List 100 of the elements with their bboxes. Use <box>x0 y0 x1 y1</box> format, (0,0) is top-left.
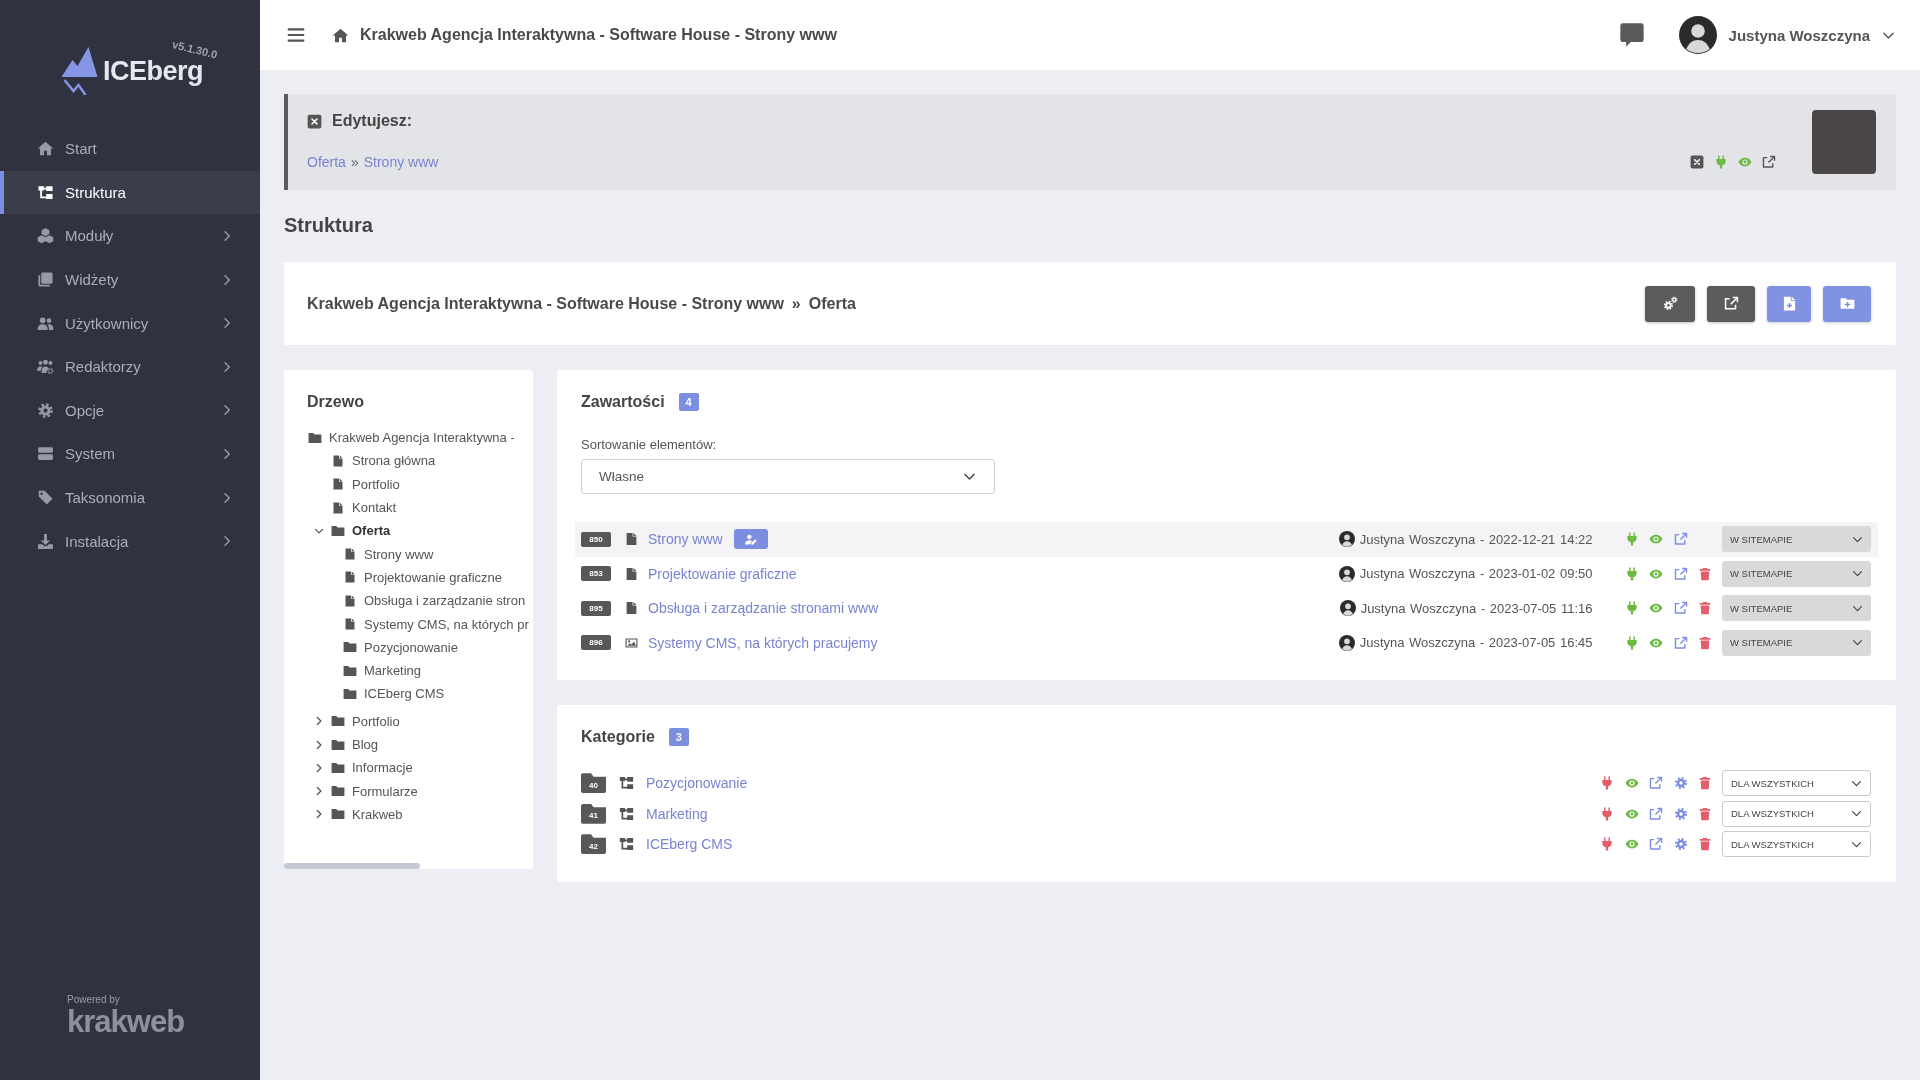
settings-button[interactable] <box>1645 285 1695 322</box>
tree-item[interactable]: Formularze <box>307 779 533 803</box>
access-select[interactable]: DLA WSZYSTKICH <box>1722 770 1871 797</box>
chevron-right-icon[interactable] <box>221 317 233 330</box>
visibility-select[interactable]: W SITEMAPIE <box>1722 560 1871 587</box>
tree-item[interactable]: Krakweb Agencja Interaktywna - <box>307 426 533 450</box>
tree-item[interactable]: Kontakt <box>307 495 533 520</box>
nav-item[interactable]: Taksonomia <box>0 475 260 520</box>
chevron-right-icon[interactable] <box>221 447 233 460</box>
tree-title: Drzewo <box>307 392 365 412</box>
chevron-right-icon[interactable] <box>221 491 233 504</box>
page-link[interactable]: Obsługa i zarządzanie stronami www <box>648 600 879 617</box>
caret-icon[interactable] <box>314 786 324 797</box>
visibility-select[interactable]: W SITEMAPIE <box>1722 629 1871 656</box>
nav-item[interactable]: Instalacja <box>0 519 260 563</box>
nav-item[interactable]: Redaktorzy <box>0 344 260 389</box>
content-row[interactable]: 853 Projektowanie graficzne Justyna Woszczyna - 2023-01-02 09:50 W SITEMAPIE <box>575 556 1878 591</box>
nav-item[interactable]: Użytkownicy <box>0 301 260 345</box>
external-link-icon[interactable] <box>1762 155 1776 169</box>
add-folder-button[interactable] <box>1823 285 1871 322</box>
category-link[interactable]: ICEberg CMS <box>646 836 733 853</box>
avatar-icon <box>1338 565 1355 582</box>
content-row[interactable]: 895 Obsługa i zarządzanie stronami www Justyna Woszczyna - 2023-07-05 11:16 W SITEMAPIE <box>575 591 1878 626</box>
sort-select[interactable]: Własne <box>581 459 995 494</box>
nav-item[interactable]: Struktura <box>0 170 260 215</box>
tree-item[interactable]: Strony www <box>307 542 533 566</box>
category-link[interactable]: Pozycjonowanie <box>646 775 748 792</box>
tree-item[interactable]: Krakweb <box>307 802 533 827</box>
plug-icon[interactable] <box>1624 532 1639 547</box>
settings-icon[interactable] <box>1673 806 1688 821</box>
eye-icon[interactable] <box>1738 155 1752 169</box>
nav-item[interactable]: System <box>0 432 260 476</box>
close-icon[interactable] <box>307 113 322 129</box>
category-link[interactable]: Marketing <box>646 805 708 822</box>
trash-icon[interactable] <box>1698 601 1712 616</box>
page-link[interactable]: Projektowanie graficzne <box>648 565 797 582</box>
plug-icon[interactable] <box>1624 601 1639 616</box>
editor-button[interactable] <box>733 529 768 550</box>
tree-item[interactable]: Strona główna <box>307 449 533 473</box>
chevron-right-icon[interactable] <box>221 273 233 286</box>
caret-icon[interactable] <box>314 762 324 773</box>
plug-icon[interactable] <box>1714 155 1728 169</box>
tree-item[interactable]: Pozycjonowanie <box>307 635 533 659</box>
settings-icon[interactable] <box>1673 776 1688 791</box>
open-link-button[interactable] <box>1707 285 1755 322</box>
scrollbar-thumb[interactable] <box>284 863 420 870</box>
plug-icon[interactable] <box>1600 776 1614 791</box>
nav-item[interactable]: Start <box>0 127 260 171</box>
document-icon <box>331 477 344 492</box>
plug-icon[interactable] <box>1600 837 1614 852</box>
external-link-icon[interactable] <box>1673 566 1688 581</box>
menu-button[interactable] <box>285 25 307 45</box>
nav-item[interactable]: Widżety <box>0 257 260 302</box>
tree-item[interactable]: Marketing <box>307 658 533 683</box>
home-icon[interactable] <box>332 26 349 44</box>
caret-icon[interactable] <box>314 809 324 820</box>
close-icon[interactable] <box>1690 155 1704 169</box>
chevron-right-icon[interactable] <box>221 360 233 373</box>
access-select[interactable]: DLA WSZYSTKICH <box>1722 800 1871 827</box>
path-title: Oferta <box>808 294 856 313</box>
external-link-icon[interactable] <box>1649 776 1663 791</box>
tree-item[interactable]: Portfolio <box>307 709 533 733</box>
visibility-select[interactable]: W SITEMAPIE <box>1722 595 1871 622</box>
content-row[interactable]: 850 Strony www Justyna Woszczyna - 2022-12-21 14:22 W SITEMAPIE <box>575 522 1878 557</box>
tree-item[interactable]: Oferta <box>307 519 533 543</box>
folder-icon <box>342 640 357 655</box>
trash-icon[interactable] <box>1698 635 1712 650</box>
trash-icon[interactable] <box>1698 776 1712 791</box>
nav-item[interactable]: Opcje <box>0 388 260 433</box>
user-name[interactable]: Justyna Woszczyna <box>1728 26 1870 44</box>
chevron-right-icon[interactable] <box>221 404 233 417</box>
external-link-icon[interactable] <box>1649 837 1663 852</box>
tree-item[interactable]: Projektowanie graficzne <box>307 565 533 590</box>
nav-item[interactable]: Moduły <box>0 214 260 258</box>
tree-item[interactable]: Blog <box>307 732 533 757</box>
caret-icon[interactable] <box>314 716 324 727</box>
trash-icon[interactable] <box>1698 806 1712 821</box>
chevron-right-icon[interactable] <box>221 230 233 242</box>
visibility-select[interactable]: W SITEMAPIE <box>1722 526 1871 553</box>
page-link[interactable]: Systemy CMS, na których pracujemy <box>648 634 878 651</box>
content-row[interactable]: 896 Systemy CMS, na których pracujemy Justyna Woszczyna - 2023-07-05 16:45 W SITEMAPIE <box>575 625 1878 660</box>
plug-icon[interactable] <box>1624 635 1639 650</box>
settings-icon[interactable] <box>1673 837 1688 852</box>
external-link-icon[interactable] <box>1673 635 1688 650</box>
caret-icon[interactable] <box>314 739 324 750</box>
plug-icon[interactable] <box>1624 566 1639 581</box>
tree-item[interactable]: Systemy CMS, na których pr <box>307 612 533 636</box>
chevron-right-icon[interactable] <box>221 535 233 548</box>
external-link-icon[interactable] <box>1649 806 1663 821</box>
trash-icon[interactable] <box>1698 566 1712 581</box>
tree-item[interactable]: ICEberg CMS <box>307 682 533 706</box>
add-page-button[interactable] <box>1767 285 1811 322</box>
tree-item[interactable]: Obsługa i zarządzanie stron <box>307 589 533 613</box>
tree-item[interactable]: Portfolio <box>307 472 533 496</box>
plug-icon[interactable] <box>1600 806 1614 821</box>
trash-icon[interactable] <box>1698 837 1712 852</box>
access-select[interactable]: DLA WSZYSTKICH <box>1722 831 1871 858</box>
external-link-icon[interactable] <box>1673 532 1688 547</box>
external-link-icon[interactable] <box>1673 601 1688 616</box>
tree-item[interactable]: Informacje <box>307 756 533 780</box>
